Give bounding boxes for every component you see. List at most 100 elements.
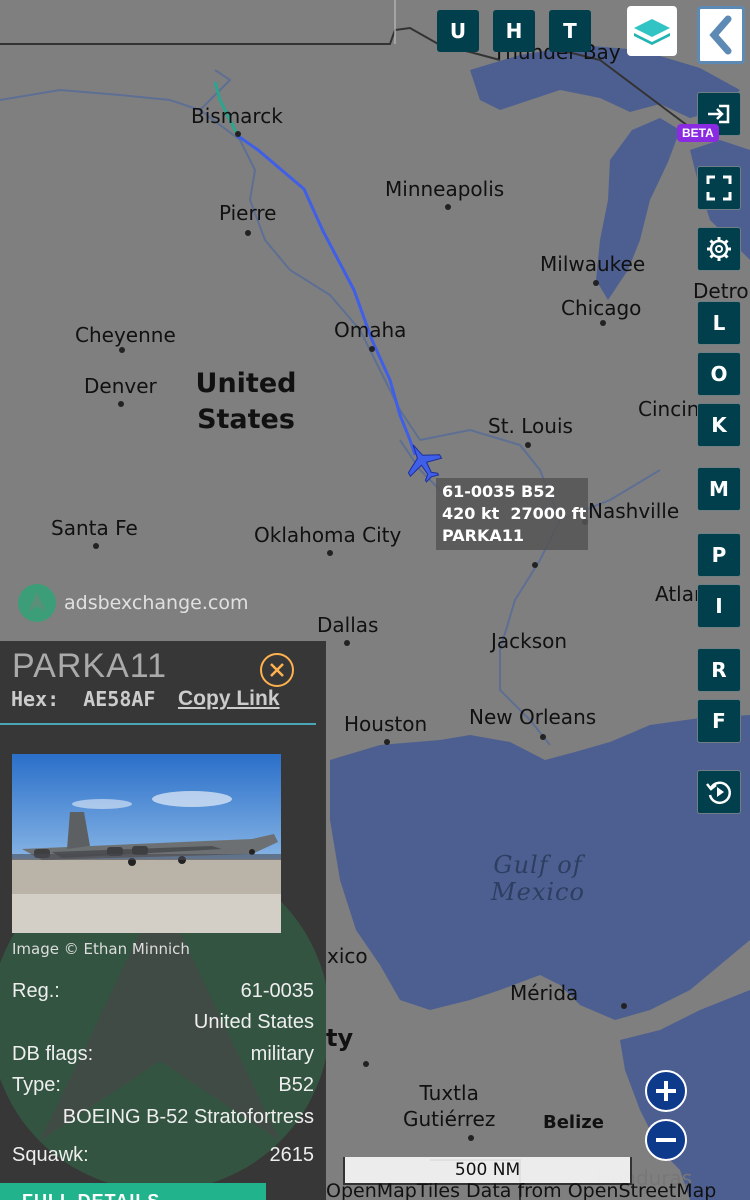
city-dot-omaha [369, 346, 375, 352]
callsign-title: PARKA11 [12, 647, 168, 685]
aircraft-label-callsign: PARKA11 [442, 526, 525, 545]
city-dot-houston [384, 739, 390, 745]
close-icon [270, 663, 284, 677]
city-dot-tuxtla [468, 1135, 474, 1141]
zoom-out-button[interactable] [645, 1119, 687, 1161]
city-label-omaha: Omaha [334, 318, 407, 342]
photo-credit: Image © Ethan Minnich [12, 940, 190, 958]
city-label-tuxtla: Tuxtla Gutiérrez [403, 1081, 496, 1131]
hex-label: Hex: [11, 687, 60, 711]
aircraft-label-speed-alt: 420 kt 27000 ft [442, 504, 587, 523]
reg-label: Reg.: [12, 980, 60, 1002]
city-label-cincinnati: Cincin [638, 397, 700, 421]
toggle-button-r[interactable]: R [697, 648, 741, 692]
city-dot-pierre [245, 230, 251, 236]
type-label: Type: [12, 1074, 61, 1096]
watermark-text: adsbexchange.com [64, 592, 249, 614]
aircraft-info-panel: PARKA11 Hex: AE58AF Copy Link Image © Et… [0, 641, 326, 1200]
city-label-santa-fe: Santa Fe [51, 516, 138, 540]
chevron-left-icon [709, 15, 732, 55]
city-label-houston: Houston [344, 712, 428, 736]
copy-link[interactable]: Copy Link [178, 687, 280, 711]
replay-icon [706, 781, 731, 805]
city-dot-santa-fe [93, 543, 99, 549]
city-dot-mexico-city [363, 1061, 369, 1067]
zoom-in-button[interactable] [645, 1070, 687, 1112]
city-dot-dallas [344, 640, 350, 646]
db-flags-value: military [250, 1043, 314, 1065]
minus-icon [656, 1138, 676, 1142]
city-label-denver: Denver [84, 374, 157, 398]
reg-value: 61-0035 [240, 980, 314, 1002]
city-label-belize: Belize [543, 1112, 604, 1133]
type-value: B52 [278, 1074, 314, 1096]
layers-icon [634, 19, 670, 45]
close-panel-button[interactable] [260, 653, 294, 687]
city-dot-merida [621, 1003, 627, 1009]
aircraft-label-reg-type: 61-0035 B52 [442, 482, 556, 501]
fullscreen-icon [706, 175, 732, 201]
gear-icon [707, 237, 731, 261]
hex-row: Hex: AE58AF [11, 687, 155, 711]
toggle-button-o[interactable]: O [697, 352, 741, 396]
city-dot-new-orleans [540, 734, 546, 740]
squawk-label: Squawk: [12, 1144, 89, 1166]
adsbexchange-logo-icon [18, 584, 56, 622]
back-button[interactable] [697, 6, 745, 64]
city-label-cheyenne: Cheyenne [75, 323, 176, 347]
city-dot-jackson [532, 562, 538, 568]
full-details-button[interactable]: FULL DETAILS [0, 1183, 266, 1200]
aircraft-photo[interactable] [12, 754, 281, 933]
aircraft-label[interactable]: 61-0035 B52 420 kt 27000 ft PARKA11 [436, 478, 588, 550]
toolbar-button-u[interactable]: U [437, 10, 479, 52]
city-label-merida: Mérida [510, 981, 579, 1005]
city-label-bismarck: Bismarck [191, 104, 283, 128]
city-dot-oklahoma-city [327, 550, 333, 556]
city-label-nashville: Nashville [588, 499, 680, 523]
adsbexchange-watermark: adsbexchange.com [18, 584, 248, 622]
squawk-value: 2615 [269, 1144, 315, 1166]
water-label: Gulf of Mexico [491, 851, 585, 906]
hex-value: AE58AF [83, 687, 156, 711]
toolbar-button-t[interactable]: T [549, 10, 591, 52]
city-label-mexico: xico [327, 944, 368, 968]
city-dot-minneapolis [445, 204, 451, 210]
city-label-minneapolis: Minneapolis [385, 177, 505, 201]
toggle-button-p[interactable]: P [697, 533, 741, 577]
city-label-dallas: Dallas [317, 613, 379, 637]
city-label-detroit: Detro [693, 279, 749, 303]
layers-button[interactable] [627, 6, 677, 56]
city-label-st-louis: St. Louis [488, 414, 573, 438]
city-dot-denver [118, 401, 124, 407]
settings-button[interactable] [697, 227, 741, 271]
type-full-name: BOEING B-52 Stratofortress [62, 1106, 314, 1128]
toggle-button-l[interactable]: L [697, 301, 741, 345]
db-flags-label: DB flags: [12, 1043, 94, 1065]
beta-badge: BETA [677, 124, 719, 142]
city-label-oklahoma-city: Oklahoma City [254, 523, 402, 547]
toggle-button-i[interactable]: I [697, 584, 741, 628]
city-label-jackson: Jackson [491, 629, 568, 653]
map-attribution[interactable]: OpenMapTiles Data from OpenStreetMap [326, 1180, 716, 1200]
city-dot-st-louis [525, 442, 531, 448]
panel-divider [0, 723, 316, 725]
toggle-button-m[interactable]: M [697, 467, 741, 511]
city-label-mexico-city: ty [326, 1024, 354, 1052]
toggle-button-k[interactable]: K [697, 403, 741, 447]
country-label: United States [195, 368, 297, 435]
city-dot-cheyenne [119, 347, 125, 353]
city-label-pierre: Pierre [219, 201, 277, 225]
city-label-new-orleans: New Orleans [469, 705, 597, 729]
city-dot-bismarck [235, 131, 241, 137]
fullscreen-button[interactable] [697, 166, 741, 210]
city-dot-milwaukee [593, 280, 599, 286]
country-value: United States [193, 1011, 314, 1033]
plus-icon [656, 1081, 676, 1101]
replay-button[interactable] [697, 770, 741, 814]
full-details-label: FULL DETAILS [22, 1191, 160, 1200]
toggle-button-f[interactable]: F [697, 699, 741, 743]
city-label-chicago: Chicago [561, 296, 642, 320]
city-label-milwaukee: Milwaukee [540, 252, 646, 276]
toolbar-button-h[interactable]: H [493, 10, 535, 52]
city-dot-chicago [600, 320, 606, 326]
